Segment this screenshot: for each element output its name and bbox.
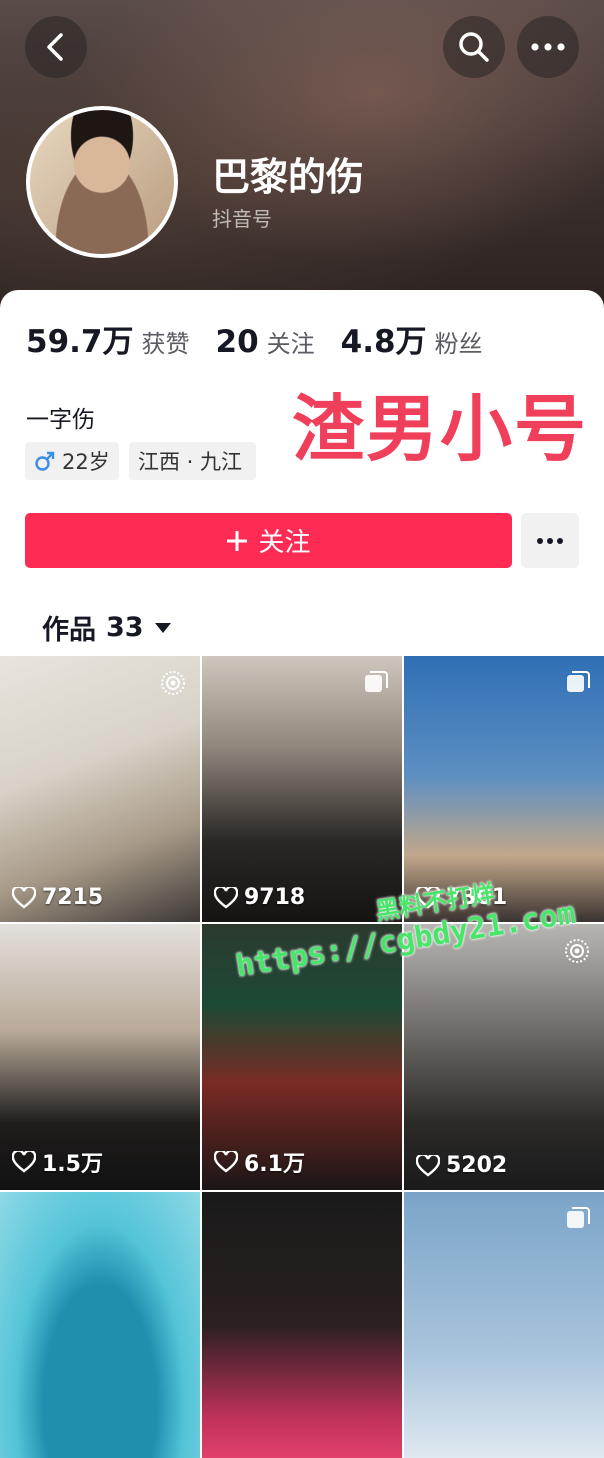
profile-name: 巴黎的伤 bbox=[212, 155, 365, 199]
heart-icon bbox=[12, 1151, 36, 1173]
follow-label: 关注 bbox=[258, 528, 311, 558]
more-dots-icon bbox=[531, 43, 565, 51]
back-button[interactable] bbox=[25, 16, 87, 78]
album-icon bbox=[567, 1207, 590, 1228]
video-tile[interactable]: 1.5万 bbox=[0, 924, 200, 1190]
chevron-left-icon bbox=[47, 33, 63, 61]
following-label: 关注 bbox=[266, 330, 315, 358]
video-likes: 7215 bbox=[12, 885, 103, 910]
video-tile[interactable]: 7215 bbox=[0, 656, 200, 922]
video-likes: 1.5万 bbox=[12, 1146, 103, 1178]
likes-value: 5202 bbox=[446, 1153, 508, 1178]
overlay-caption: 渣男小号 bbox=[292, 387, 589, 471]
video-likes: 5202 bbox=[416, 1153, 507, 1178]
live-photo-icon bbox=[161, 671, 185, 695]
likes-label: 获赞 bbox=[141, 330, 190, 358]
follow-button[interactable]: 关注 bbox=[25, 513, 512, 568]
heart-icon bbox=[416, 1154, 440, 1177]
search-icon bbox=[459, 32, 489, 62]
profile-more-button[interactable] bbox=[521, 513, 579, 568]
caret-down-icon bbox=[154, 622, 171, 633]
gender-age-tag: 22岁 bbox=[25, 442, 119, 480]
plus-icon bbox=[227, 530, 248, 551]
heart-icon bbox=[214, 1151, 238, 1173]
video-tile[interactable] bbox=[0, 1192, 200, 1458]
male-icon bbox=[35, 451, 55, 471]
search-button[interactable] bbox=[443, 16, 505, 78]
heart-icon bbox=[12, 886, 36, 909]
album-icon bbox=[365, 671, 388, 692]
live-photo-icon bbox=[565, 939, 589, 963]
followers-count[interactable]: 4.8万 bbox=[341, 316, 427, 361]
works-label: 作品 bbox=[42, 615, 96, 646]
followers-label: 粉丝 bbox=[434, 330, 483, 358]
location-text: 江西 · 九江 bbox=[138, 450, 243, 474]
more-options-button[interactable] bbox=[517, 16, 579, 78]
album-icon bbox=[567, 671, 590, 692]
avatar[interactable] bbox=[26, 106, 178, 258]
video-likes: 6.1万 bbox=[214, 1146, 305, 1178]
video-tile[interactable]: 9718 bbox=[202, 656, 402, 922]
likes-value: 7215 bbox=[42, 885, 104, 910]
age-text: 22岁 bbox=[62, 450, 110, 474]
more-dots-icon bbox=[537, 537, 563, 544]
tab-works[interactable]: 作品 33 bbox=[42, 608, 172, 647]
following-count[interactable]: 20 bbox=[216, 324, 259, 360]
location-tag: 江西 · 九江 bbox=[129, 442, 256, 480]
likes-value: 1.5万 bbox=[42, 1152, 103, 1177]
heart-icon bbox=[214, 886, 238, 909]
works-count: 33 bbox=[106, 612, 144, 643]
likes-value: 6.1万 bbox=[244, 1152, 305, 1177]
video-tile[interactable] bbox=[202, 1192, 402, 1458]
douyin-id-label[interactable]: 抖音号 bbox=[212, 203, 272, 232]
video-tile[interactable] bbox=[404, 1192, 604, 1458]
video-tile[interactable]: 5202 bbox=[404, 924, 604, 1190]
profile-card: 59.7万 获赞 20 关注 4.8万 粉丝 一字伤 22岁 江西 · 九江 渣… bbox=[0, 290, 604, 1458]
stats-row: 59.7万 获赞 20 关注 4.8万 粉丝 bbox=[26, 316, 509, 361]
likes-count[interactable]: 59.7万 bbox=[26, 316, 134, 361]
bio-text: 一字伤 bbox=[26, 407, 95, 433]
